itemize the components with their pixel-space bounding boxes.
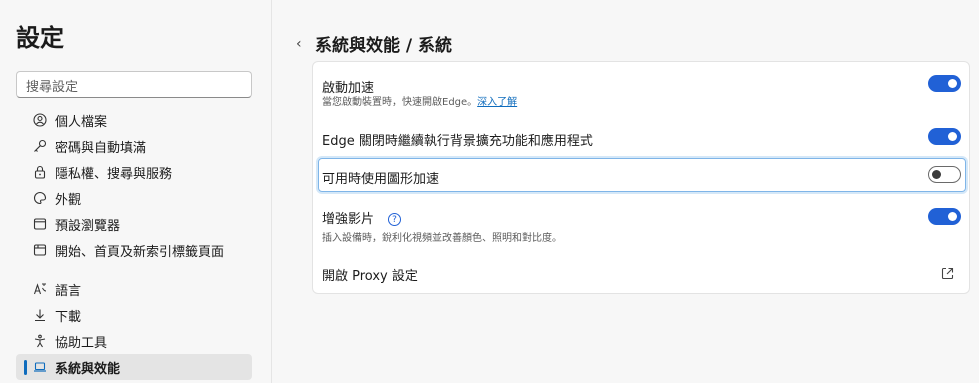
profile-icon (33, 113, 47, 127)
accessibility-icon (33, 334, 47, 348)
hardware-accel-label: 可用時使用圖形加速 (322, 172, 440, 187)
enhance-video-row: 增強影片? 插入設備時，銳利化視頻並改善顏色、照明和對比度。 (313, 200, 971, 246)
sidebar-item-passwords[interactable]: 密碼與自動填滿 (16, 133, 252, 159)
enhance-video-label: 增強影片 (322, 212, 375, 227)
palette-icon (33, 191, 47, 205)
sidebar: 設定 搜尋設定 個人檔案 密碼與自動填滿 隱私權、搜尋與服務 外觀 預設瀏覽器 … (0, 0, 272, 383)
background-apps-toggle[interactable] (928, 128, 961, 145)
key-icon (33, 139, 47, 153)
page-header: ‹ 系統與效能 / 系統 (296, 31, 453, 57)
sidebar-item-label: 個人檔案 (55, 114, 108, 130)
sidebar-item-downloads[interactable]: 下載 (16, 302, 252, 328)
laptop-icon (33, 360, 47, 374)
external-link-icon[interactable] (941, 265, 954, 284)
sidebar-item-label: 預設瀏覽器 (55, 218, 121, 234)
sidebar-item-label: 協助工具 (55, 335, 108, 351)
proxy-label: 開啟 Proxy 設定 (322, 269, 418, 284)
settings-title: 設定 (16, 24, 64, 52)
download-icon (33, 308, 47, 322)
background-apps-label: Edge 關閉時繼續執行背景擴充功能和應用程式 (322, 134, 593, 149)
startup-boost-description-text: 當您啟動裝置時，快速開啟Edge。 (322, 97, 478, 108)
sidebar-item-privacy[interactable]: 隱私權、搜尋與服務 (16, 159, 252, 185)
enhance-video-label-wrap: 增強影片? (322, 208, 402, 227)
page-title: 系統與效能 / 系統 (315, 36, 453, 56)
sidebar-item-label: 密碼與自動填滿 (55, 140, 147, 156)
learn-more-link[interactable]: 深入了解 (477, 97, 517, 108)
browser-icon (33, 217, 47, 231)
startup-boost-toggle[interactable] (928, 75, 961, 92)
startup-boost-description: 當您啟動裝置時，快速開啟Edge。深入了解 (322, 93, 517, 108)
startup-boost-row: 啟動加速 當您啟動裝置時，快速開啟Edge。深入了解 (313, 62, 971, 112)
sidebar-item-label: 開始、首頁及新索引標籤頁面 (55, 244, 225, 260)
sidebar-item-label: 下載 (55, 309, 82, 325)
hardware-accel-row: 可用時使用圖形加速 (318, 158, 966, 192)
enhance-video-description: 插入設備時，銳利化視頻並改善顏色、照明和對比度。 (322, 233, 562, 244)
lock-icon (33, 165, 47, 179)
search-input[interactable]: 搜尋設定 (16, 71, 252, 98)
hardware-accel-toggle[interactable] (928, 166, 961, 183)
sidebar-item-system[interactable]: 系統與效能 (16, 354, 252, 380)
sidebar-item-label: 外觀 (55, 192, 82, 208)
sidebar-item-start-home[interactable]: 開始、首頁及新索引標籤頁面 (16, 237, 252, 263)
sidebar-item-label: 語言 (55, 283, 82, 299)
system-settings-card: 啟動加速 當您啟動裝置時，快速開啟Edge。深入了解 Edge 關閉時繼續執行背… (312, 61, 970, 294)
sidebar-item-accessibility[interactable]: 協助工具 (16, 328, 252, 354)
background-apps-row: Edge 關閉時繼續執行背景擴充功能和應用程式 (313, 122, 971, 154)
help-icon[interactable]: ? (388, 213, 402, 226)
enhance-video-toggle[interactable] (928, 208, 961, 225)
language-icon (33, 282, 47, 296)
sidebar-item-languages[interactable]: 語言 (16, 276, 252, 302)
sidebar-item-appearance[interactable]: 外觀 (16, 185, 252, 211)
sidebar-item-label: 系統與效能 (55, 361, 121, 377)
back-button[interactable]: ‹ (296, 36, 304, 52)
sidebar-item-default-browser[interactable]: 預設瀏覽器 (16, 211, 252, 237)
proxy-row[interactable]: 開啟 Proxy 設定 (313, 258, 971, 288)
home-tab-icon (33, 243, 47, 257)
sidebar-item-profiles[interactable]: 個人檔案 (16, 107, 252, 133)
sidebar-item-label: 隱私權、搜尋與服務 (55, 166, 173, 182)
